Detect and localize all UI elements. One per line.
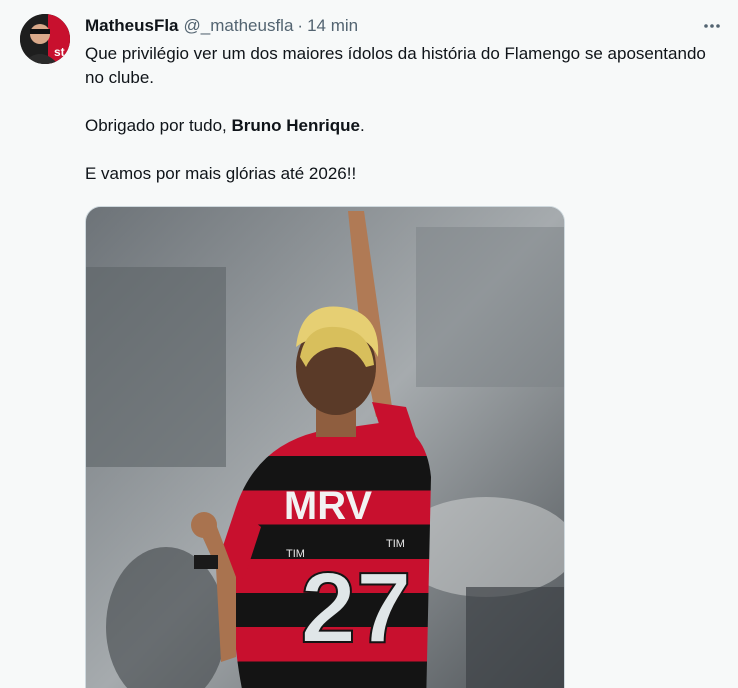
jersey-number: 27 (300, 552, 411, 664)
more-options-button[interactable] (700, 14, 724, 38)
more-horizontal-icon (704, 24, 720, 28)
jersey-sleeve-sponsor-right: TIM (386, 538, 405, 550)
jersey-sponsor-text: MRV (284, 484, 372, 528)
tweet-text-line-1: Que privilégio ver um dos maiores ídolos… (85, 44, 706, 87)
player-photo: MRV TIM TIM 27 (86, 207, 564, 688)
tweet-text-line-2-prefix: Obrigado por tudo, (85, 116, 232, 135)
author-name[interactable]: MatheusFla (85, 16, 179, 36)
tweet-header: MatheusFla @_matheusfla · 14 min (85, 14, 358, 38)
avatar-image: st (20, 14, 70, 64)
tweet-timestamp[interactable]: 14 min (307, 16, 358, 36)
tweet-text: Que privilégio ver um dos maiores ídolos… (85, 42, 715, 186)
tweet-text-line-3: E vamos por mais glórias até 2026!! (85, 164, 357, 183)
tweet[interactable]: st MatheusFla @_matheusfla · 14 min Que … (0, 0, 738, 688)
separator-dot: · (297, 16, 304, 35)
tweet-text-line-2-suffix: . (359, 116, 365, 135)
svg-text:st: st (54, 45, 65, 59)
tweet-photo[interactable]: MRV TIM TIM 27 (85, 206, 565, 688)
avatar[interactable]: st (20, 14, 70, 64)
bold-player-name: Bruno Henrique (231, 116, 360, 135)
author-handle[interactable]: @_matheusfla (184, 16, 294, 36)
tweet-text-line-2: Obrigado por tudo, Bruno Henrique. (85, 114, 715, 138)
